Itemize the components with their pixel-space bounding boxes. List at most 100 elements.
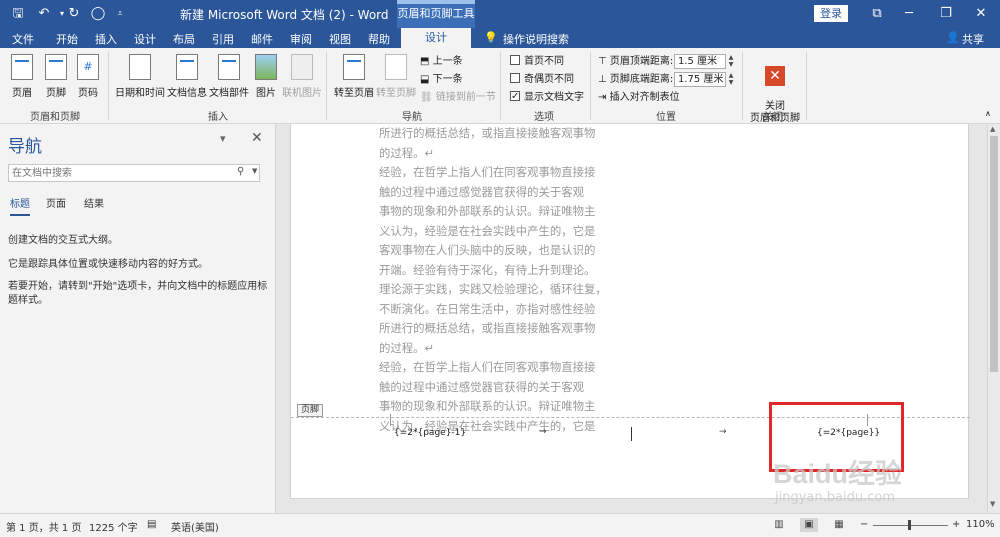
ribbon-display-options-icon[interactable]: ⧉	[866, 3, 888, 25]
picture-icon	[255, 54, 277, 80]
redo-icon[interactable]: ↻	[64, 4, 84, 24]
document-page[interactable]: 所进行的概括总结，或指直接接触客观事物 的过程。↵ 经验，在哲学上指人们在同客观…	[290, 124, 970, 499]
align-tab-icon: ⇥	[598, 92, 607, 103]
header-from-top-label: ⊤ 页眉顶端距离:	[598, 56, 674, 67]
close-window-icon[interactable]: ✕	[970, 3, 992, 25]
tab-view[interactable]: 视图	[329, 31, 351, 47]
picture-button[interactable]: 图片	[252, 54, 280, 99]
tab-review[interactable]: 审阅	[290, 31, 312, 47]
footer-field-left[interactable]: {=2*{page}-1}	[394, 428, 466, 438]
touch-mode-icon[interactable]: ◯	[88, 4, 108, 24]
different-odd-even-checkbox[interactable]: 奇偶页不同	[510, 72, 574, 88]
link-previous-button[interactable]: ⛓ 链接到前一节	[420, 90, 496, 106]
ribbon-separator	[590, 52, 591, 120]
next-button[interactable]: ⬓ 下一条	[420, 72, 463, 88]
scroll-down-icon[interactable]: ▼	[990, 500, 995, 508]
footer-spin-arrows-icon[interactable]: ▲ ▼	[726, 72, 736, 87]
document-area: 所进行的概括总结，或指直接接触客观事物 的过程。↵ 经验，在哲学上指人们在同客观…	[277, 124, 987, 513]
tab-references[interactable]: 引用	[212, 31, 234, 47]
calendar-icon	[129, 54, 151, 80]
text-line: 触的过程中通过感觉器官获得的关于客观	[379, 184, 585, 199]
tell-me-search[interactable]: 操作说明搜索	[503, 31, 569, 47]
save-icon[interactable]: 🖫	[8, 4, 28, 24]
nav-options-icon[interactable]: ▾	[220, 132, 226, 145]
doc-parts-icon	[218, 54, 240, 80]
share-button[interactable]: 共享	[962, 31, 984, 47]
doc-info-button[interactable]: 文档信息	[166, 54, 208, 99]
share-user-icon: 👤	[946, 31, 960, 44]
footer-from-bottom-label: ⊥ 页脚底端距离:	[598, 74, 674, 85]
web-layout-icon[interactable]: ▦	[830, 518, 848, 532]
nav-close-icon[interactable]: ✕	[251, 130, 263, 146]
undo-icon[interactable]: ↶	[34, 4, 54, 24]
group-label-header-footer: 页眉和页脚	[30, 112, 80, 123]
search-icon[interactable]: ⚲	[237, 166, 244, 177]
show-doc-text-checkbox[interactable]: 显示文档文字	[510, 89, 584, 106]
nav-tab-headings[interactable]: 标题	[10, 195, 30, 216]
body-text: 所进行的概括总结，或指直接接触客观事物 的过程。↵ 经验，在哲学上指人们在同客观…	[379, 124, 629, 436]
online-picture-icon	[291, 54, 313, 80]
online-picture-button[interactable]: 联机图片	[280, 54, 324, 99]
collapse-ribbon-icon[interactable]: ∧	[985, 106, 991, 122]
doc-parts-button[interactable]: 文档部件	[208, 54, 250, 99]
different-first-page-checkbox[interactable]: 首页不同	[510, 54, 564, 70]
tab-arrow-icon: →	[719, 427, 727, 437]
nav-tab-pages[interactable]: 页面	[46, 195, 66, 210]
proofing-icon[interactable]: ▤	[147, 519, 156, 530]
page-info[interactable]: 第 1 页，共 1 页	[6, 519, 81, 534]
language[interactable]: 英语(美国)	[171, 519, 219, 534]
word-window: 🖫 ↶ ▾ ↻ ◯ ⩡ 新建 Microsoft Word 文档 (2) - W…	[0, 0, 1000, 537]
footer-tag: 页脚	[297, 404, 324, 417]
nav-search-input[interactable]	[9, 165, 231, 181]
previous-button[interactable]: ⬒ 上一条	[420, 54, 463, 70]
nav-message: 它是跟踪具体位置或快速移动内容的好方式。	[8, 259, 208, 270]
minimize-icon[interactable]: ─	[898, 3, 920, 25]
text-line: 理论源于实践，实践又检验理论，循环往复，	[379, 282, 607, 296]
tab-file[interactable]: 文件	[12, 31, 34, 47]
login-button[interactable]: 登录	[814, 5, 848, 22]
zoom-level[interactable]: 110%	[966, 519, 995, 530]
tab-design-active[interactable]: 设计	[401, 28, 471, 48]
tab-mailings[interactable]: 邮件	[251, 31, 273, 47]
tab-layout[interactable]: 布局	[173, 31, 195, 47]
footer-from-bottom-input[interactable]: 1.75 厘米	[674, 72, 726, 87]
customize-qat-icon[interactable]: ⩡	[110, 4, 130, 24]
lightbulb-icon: 💡	[484, 31, 498, 44]
goto-header-icon	[343, 54, 365, 80]
zoom-out-icon[interactable]: −	[860, 519, 868, 530]
group-label-close: 关闭	[763, 112, 783, 123]
text-line: 的过程。↵	[379, 145, 435, 160]
ribbon-tabs: 文件 开始 插入 设计 布局 引用 邮件 审阅 视图 帮助 设计 💡 操作说明搜…	[0, 28, 1000, 48]
scroll-up-icon[interactable]: ▲	[990, 125, 995, 133]
checkbox-checked-icon	[510, 89, 520, 105]
insert-align-tab-button[interactable]: ⇥ 插入对齐制表位	[598, 90, 680, 106]
ribbon-separator	[108, 52, 109, 120]
header-spin-arrows-icon[interactable]: ▲ ▼	[726, 54, 736, 69]
chevron-down-icon[interactable]: ▼	[252, 167, 257, 175]
goto-footer-button[interactable]: 转至页脚	[374, 54, 418, 99]
read-mode-icon[interactable]: ▥	[770, 518, 788, 532]
tab-home[interactable]: 开始	[56, 31, 78, 47]
scroll-thumb[interactable]	[990, 136, 998, 372]
date-time-button[interactable]: 日期和时间	[114, 54, 166, 99]
tab-insert[interactable]: 插入	[95, 31, 117, 47]
header-from-top-input[interactable]: 1.5 厘米	[674, 54, 726, 69]
goto-header-button[interactable]: 转至页眉	[332, 54, 376, 99]
context-tool-label: 页眉和页脚工具	[397, 0, 475, 28]
tab-help[interactable]: 帮助	[368, 31, 390, 47]
word-count[interactable]: 1225 个字	[89, 519, 138, 534]
text-line: 触的过程中通过感觉器官获得的关于客观	[379, 379, 585, 394]
page-number-button[interactable]: # 页码	[74, 54, 102, 99]
header-button[interactable]: 页眉	[8, 54, 36, 99]
footer-button[interactable]: 页脚	[42, 54, 70, 99]
nav-tab-results[interactable]: 结果	[84, 195, 104, 210]
restore-icon[interactable]: ❐	[935, 3, 957, 25]
tab-design-doc[interactable]: 设计	[134, 31, 156, 47]
nav-pane-title: 导航	[8, 137, 42, 157]
print-layout-icon[interactable]: ▣	[800, 518, 818, 532]
page-number-icon: #	[77, 54, 99, 80]
zoom-slider-thumb[interactable]	[908, 520, 911, 530]
text-line: 事物的现象和外部联系的认识。辩证唯物主	[379, 204, 596, 218]
vertical-scrollbar[interactable]: ▲ ▼	[987, 124, 1000, 513]
zoom-in-icon[interactable]: +	[952, 519, 960, 530]
